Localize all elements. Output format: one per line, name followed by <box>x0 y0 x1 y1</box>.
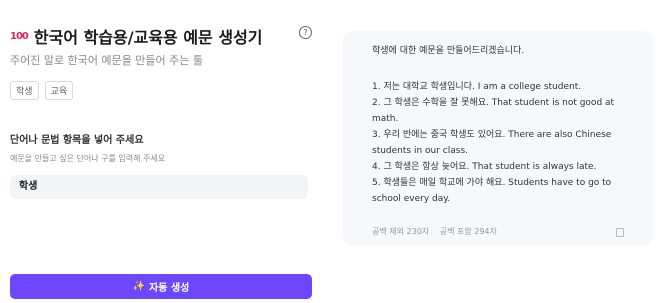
word-field-label: 단어나 문법 항목을 넣어 주세요 <box>10 135 144 146</box>
example-item: 3. 우리 반에는 중국 학생도 있어요. There are also Chi… <box>372 130 612 156</box>
result-intro: 학생에 대한 예문을 만들어드리겠습니다. <box>372 46 525 56</box>
page-title: 한국어 학습용/교육용 예문 생성기 <box>33 28 263 47</box>
hundred-points-icon: 100 <box>10 30 29 42</box>
word-field-help: 예문을 만들고 싶은 단어나 구를 입력해 주세요 <box>10 154 166 163</box>
title-row: 100 한국어 학습용/교육용 예문 생성기 <box>10 24 263 48</box>
magic-wand-icon: ✨ <box>132 281 146 292</box>
tag-student[interactable]: 학생 <box>10 81 39 100</box>
generate-button-label: 자동 생성 <box>149 283 190 294</box>
tag-list: 학생 교육 <box>10 81 74 100</box>
input-panel: 100 한국어 학습용/교육용 예문 생성기 ? 주어진 말로 한국어 예문을 … <box>0 0 325 303</box>
example-item: 4. 그 학생은 항상 늦어요. That student is always … <box>372 162 597 172</box>
char-stats: 공백 제외 230자 공백 포함 294자 <box>372 226 505 237</box>
page-subtitle: 주어진 말로 한국어 예문을 만들어 주는 툴 <box>10 54 204 67</box>
tag-education[interactable]: 교육 <box>44 81 74 100</box>
char-count-with-space: 공백 포함 294자 <box>439 227 497 236</box>
generate-button[interactable]: ✨ 자동 생성 <box>10 274 312 299</box>
example-item: 1. 저는 대학교 학생입니다. I am a college student. <box>372 82 582 92</box>
example-item: 5. 학생들은 매일 학교에 가야 해요. Students have to g… <box>372 178 612 204</box>
copy-icon[interactable] <box>616 228 624 237</box>
word-input[interactable]: 학생 <box>10 175 308 199</box>
example-list: 1. 저는 대학교 학생입니다. I am a college student.… <box>372 79 642 207</box>
example-item: 2. 그 학생은 수학을 잘 못해요. That student is not … <box>372 98 615 124</box>
char-count-no-space: 공백 제외 230자 <box>372 227 430 236</box>
help-icon[interactable]: ? <box>299 26 312 39</box>
result-panel: 학생에 대한 예문을 만들어드리겠습니다. 1. 저는 대학교 학생입니다. I… <box>343 31 653 246</box>
